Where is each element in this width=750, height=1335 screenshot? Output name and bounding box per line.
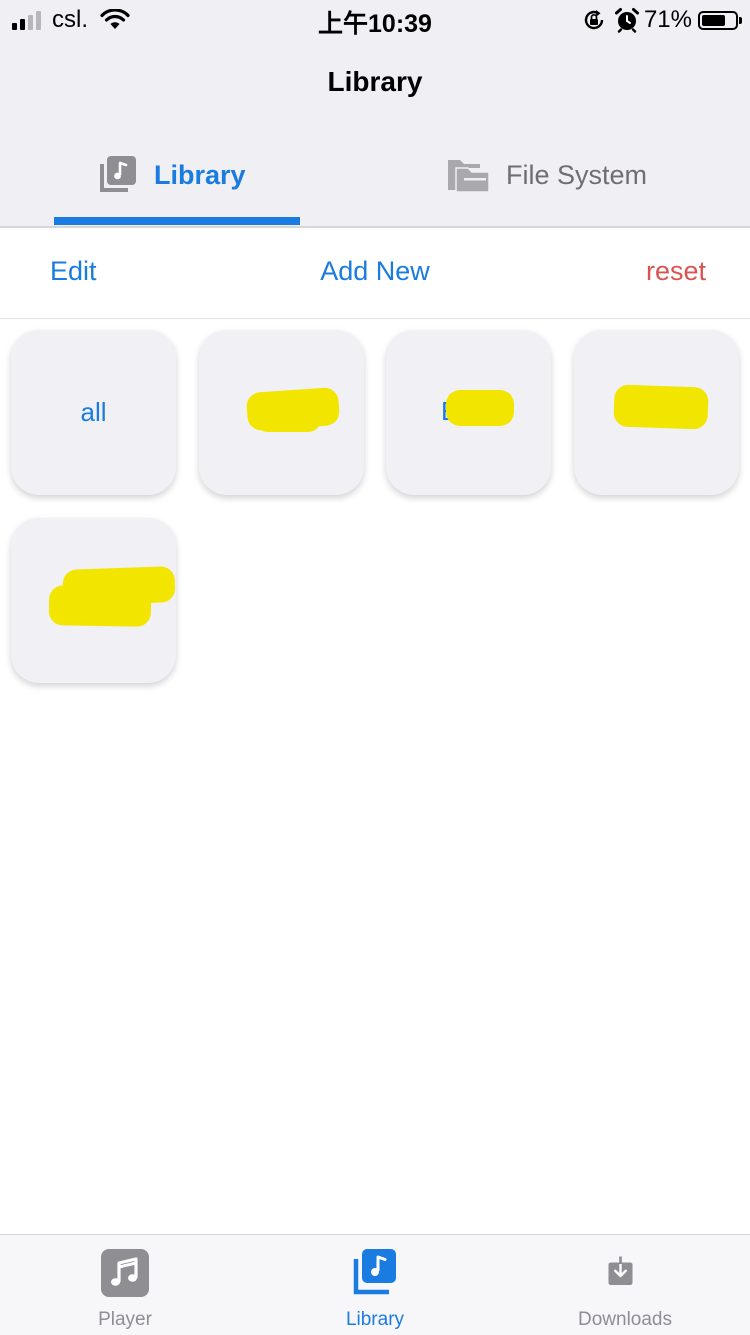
tabbar-item-player[interactable]: Player — [0, 1235, 250, 1335]
tabbar-item-library[interactable]: Library — [250, 1235, 500, 1335]
redaction-mark — [613, 384, 709, 430]
header-area: csl. 上午10:39 71% Library Library File Sy… — [0, 0, 750, 228]
tabbar-label: Library — [345, 1309, 405, 1330]
orientation-lock-icon — [584, 10, 604, 30]
tabbar-label: Player — [98, 1309, 152, 1330]
battery-icon — [698, 10, 742, 30]
battery-percent: 71% — [643, 6, 692, 33]
reset-button[interactable]: reset — [646, 256, 706, 287]
status-bar: csl. 上午10:39 71% — [0, 0, 750, 40]
download-icon — [608, 1256, 633, 1285]
tab-file-system-label: File System — [506, 159, 648, 190]
category-tile[interactable]: E — [386, 330, 551, 495]
folders-icon — [448, 160, 490, 193]
add-new-row: Add New — [0, 256, 750, 287]
page-title: Library — [327, 66, 423, 97]
tab-bar: Player Library Downloads — [0, 1234, 750, 1335]
edit-button[interactable]: Edit — [50, 256, 97, 287]
music-library-icon — [100, 156, 136, 192]
redaction-mark — [255, 406, 321, 432]
action-bar-divider — [0, 318, 750, 319]
tab-library[interactable]: Library — [96, 140, 246, 210]
tabbar-item-downloads[interactable]: Downloads — [500, 1235, 750, 1335]
redaction-mark — [48, 585, 152, 627]
music-library-icon — [353, 1249, 396, 1295]
category-label: all — [80, 397, 107, 427]
add-new-button[interactable]: Add New — [320, 256, 430, 286]
music-note-icon — [101, 1249, 149, 1297]
redaction-mark — [446, 390, 514, 426]
status-right: 71% — [582, 6, 742, 34]
category-tile[interactable]: all — [11, 330, 176, 495]
tab-file-system[interactable]: File System — [446, 140, 647, 210]
tabbar-label: Downloads — [578, 1309, 672, 1330]
tab-selection-indicator — [54, 217, 300, 225]
category-tile[interactable] — [11, 518, 176, 683]
action-bar: Edit Add New reset — [0, 228, 750, 318]
category-tile[interactable] — [199, 330, 364, 495]
alarm-icon — [614, 8, 639, 33]
tab-library-label: Library — [154, 159, 246, 190]
segment-tabs: Library File System — [0, 140, 750, 227]
category-tile[interactable] — [574, 330, 739, 495]
